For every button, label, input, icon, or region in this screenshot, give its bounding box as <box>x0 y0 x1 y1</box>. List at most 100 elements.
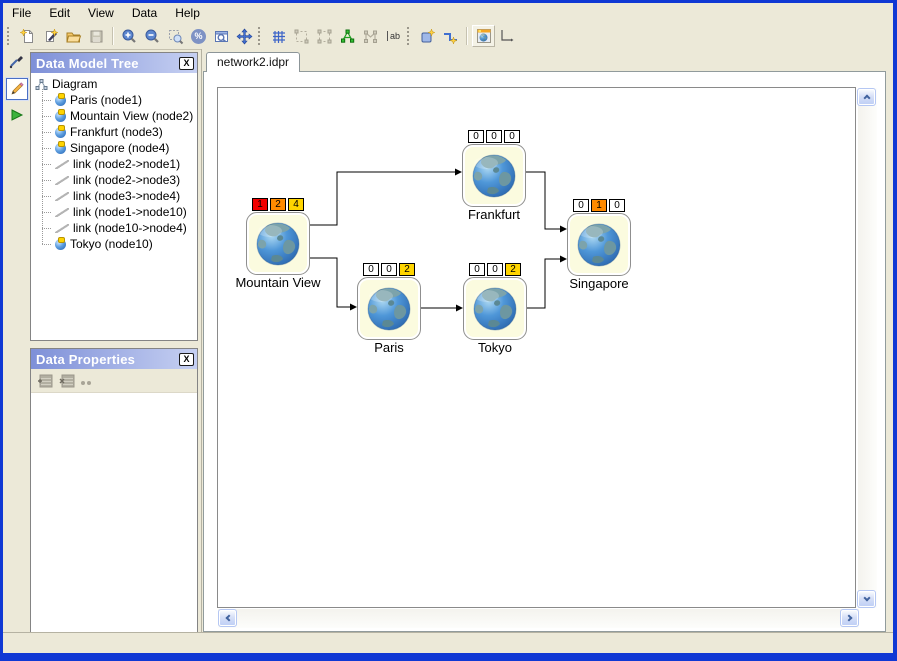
edit-file-button[interactable] <box>39 25 62 47</box>
zoom-fit-button[interactable]: % <box>187 25 210 47</box>
add-row-icon <box>37 374 53 388</box>
tree-item-node3[interactable]: Frankfurt (node3) <box>42 124 195 140</box>
globe-icon <box>254 220 302 268</box>
tree-item-link3[interactable]: link (node3->node4) <box>42 188 195 204</box>
toolbar-separator <box>466 27 468 45</box>
status-badge: 0 <box>468 130 484 143</box>
tree-item-node1[interactable]: Paris (node1) <box>42 92 195 108</box>
toolbar-grip[interactable] <box>407 27 412 45</box>
tree-item-label: Paris (node1) <box>70 93 142 107</box>
zoom-out-icon <box>144 28 161 45</box>
zoom-in-button[interactable] <box>118 25 141 47</box>
link-node10-node4[interactable] <box>527 259 560 308</box>
menu-view[interactable]: View <box>79 3 123 23</box>
create-link-button[interactable] <box>439 25 462 47</box>
tree-item-label: link (node3->node4) <box>73 189 180 203</box>
scroll-right-button[interactable] <box>840 609 859 627</box>
diagram-node-tokyo[interactable]: 0 0 2 Tokyo <box>463 277 527 340</box>
status-badge: 0 <box>486 130 502 143</box>
status-badge: 0 <box>381 263 397 276</box>
globe-icon <box>471 285 519 333</box>
link-icon <box>55 160 69 169</box>
node-icon <box>55 143 66 154</box>
tree-item-label: link (node2->node3) <box>73 173 180 187</box>
tree-item-link2[interactable]: link (node2->node3) <box>42 172 195 188</box>
data-properties-header: Data Properties X <box>31 349 197 369</box>
tree-item-link1[interactable]: link (node2->node1) <box>42 156 195 172</box>
link-node2-node3[interactable] <box>310 172 455 225</box>
tree-item-node10[interactable]: Tokyo (node10) <box>42 236 195 252</box>
link-node3-node4[interactable] <box>526 172 560 229</box>
grid-icon <box>270 28 287 45</box>
node-label: Frankfurt <box>468 207 520 222</box>
label-icon: ab <box>387 31 400 41</box>
pan-button[interactable] <box>233 25 256 47</box>
diagram-node-mountain-view[interactable]: 1 2 4 Mountain View <box>246 212 310 275</box>
grid-button[interactable] <box>267 25 290 47</box>
folder-open-icon <box>65 28 82 45</box>
diagram-links <box>218 88 857 609</box>
status-badge: 2 <box>399 263 415 276</box>
style-brush-button[interactable] <box>6 52 28 74</box>
node-icon <box>55 239 66 250</box>
edit-pencil-button[interactable] <box>6 78 28 100</box>
globe-node-palette-button[interactable] <box>472 25 495 47</box>
edit-file-icon <box>42 28 59 45</box>
toolbar-separator <box>112 27 114 45</box>
tree-item-label: Frankfurt (node3) <box>70 125 163 139</box>
zoom-area-icon <box>167 28 184 45</box>
status-badge: 1 <box>591 199 607 212</box>
status-badge: 1 <box>252 198 268 211</box>
tree-item-node4[interactable]: Singapore (node4) <box>42 140 195 156</box>
label-layout-button[interactable]: ab <box>382 25 405 47</box>
scroll-up-button[interactable] <box>857 88 876 106</box>
diagram-node-paris[interactable]: 0 0 2 Paris <box>357 277 421 340</box>
more-options-icon <box>81 372 93 390</box>
node-badges: 0 1 0 <box>573 199 625 212</box>
open-file-button[interactable] <box>62 25 85 47</box>
new-file-button[interactable] <box>16 25 39 47</box>
link-palette-button[interactable] <box>495 25 518 47</box>
tree-item-label: Tokyo (node10) <box>70 237 153 251</box>
tree-item-diagram[interactable]: Diagram <box>35 76 195 92</box>
diagram-node-singapore[interactable]: 0 1 0 Singapore <box>567 213 631 276</box>
menu-help[interactable]: Help <box>166 3 209 23</box>
menu-data[interactable]: Data <box>123 3 166 23</box>
tree-item-label: link (node10->node4) <box>73 221 187 235</box>
diagram-node-frankfurt[interactable]: 0 0 0 Frankfurt <box>462 144 526 207</box>
toolbar-grip[interactable] <box>7 27 12 45</box>
node-icon <box>55 127 66 138</box>
tree-layout-button[interactable] <box>336 25 359 47</box>
overview-button[interactable] <box>210 25 233 47</box>
link-icon <box>55 208 69 217</box>
menu-edit[interactable]: Edit <box>40 3 79 23</box>
scroll-left-button[interactable] <box>218 609 237 627</box>
menu-file[interactable]: File <box>3 3 40 23</box>
tree-item-link5[interactable]: link (node10->node4) <box>42 220 195 236</box>
zoom-in-icon <box>121 28 138 45</box>
diagram-canvas[interactable]: 1 2 4 Mountain View 0 0 0 Frankfurt <box>217 87 856 608</box>
tree-item-node2[interactable]: Mountain View (node2) <box>42 108 195 124</box>
node-icon <box>55 95 66 106</box>
zoom-area-button[interactable] <box>164 25 187 47</box>
tab-network2[interactable]: network2.idpr <box>206 52 300 72</box>
toolbar-grip[interactable] <box>258 27 263 45</box>
horizontal-scrollbar[interactable] <box>218 609 859 628</box>
close-icon[interactable]: X <box>179 57 194 70</box>
menu-bar: File Edit View Data Help <box>3 3 893 23</box>
tree-item-link4[interactable]: link (node1->node10) <box>42 204 195 220</box>
create-node-icon <box>419 28 436 45</box>
zoom-out-button[interactable] <box>141 25 164 47</box>
vertical-scrollbar[interactable] <box>858 88 877 608</box>
data-model-tree-panel: Data Model Tree X Diagram Paris (node1) … <box>30 52 198 341</box>
close-icon[interactable]: X <box>179 353 194 366</box>
side-toolbar <box>3 49 30 632</box>
new-file-icon <box>19 28 36 45</box>
pan-arrows-icon <box>236 28 253 45</box>
run-button[interactable] <box>6 104 28 126</box>
node-label: Singapore <box>569 276 628 291</box>
create-node-button[interactable] <box>416 25 439 47</box>
globe-icon <box>575 221 623 269</box>
scroll-down-button[interactable] <box>857 590 876 608</box>
data-model-tree-title: Data Model Tree <box>36 56 179 71</box>
